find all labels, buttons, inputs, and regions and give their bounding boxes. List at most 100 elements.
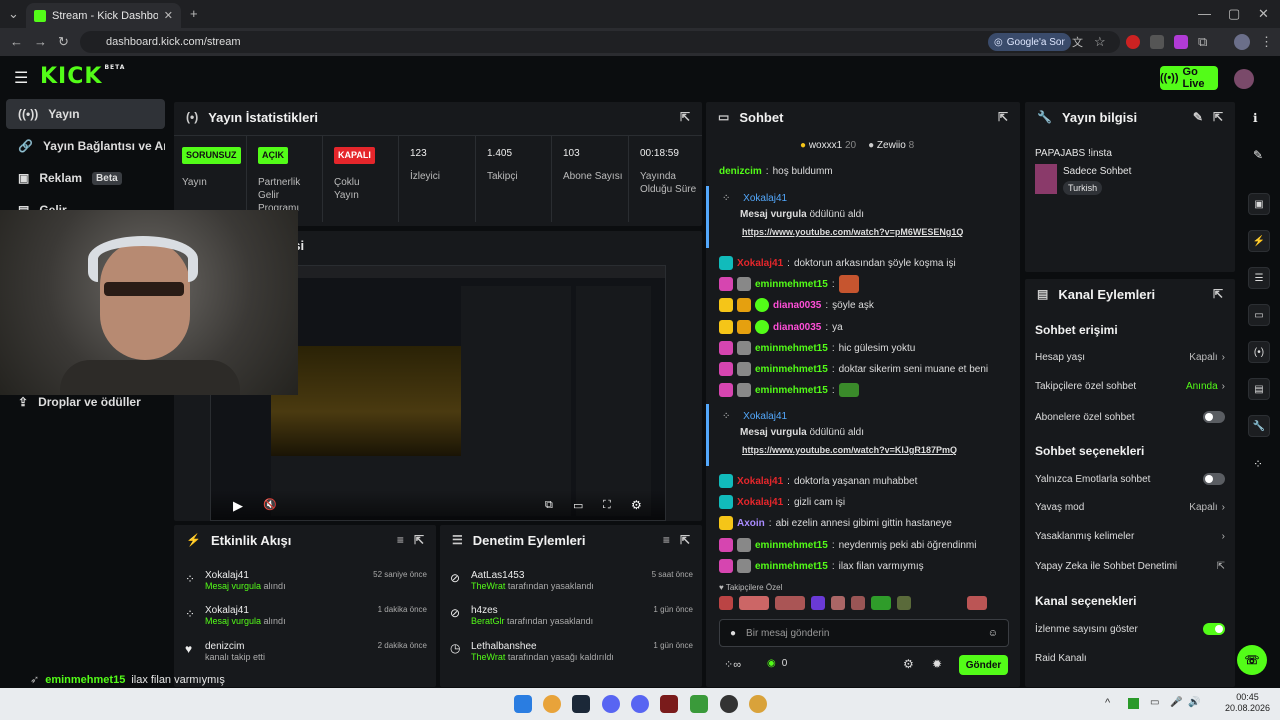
stats-widget-icon[interactable]: ▣	[1248, 193, 1270, 215]
chat-bubble-icon[interactable]: ▭	[1248, 304, 1270, 326]
emote[interactable]	[897, 596, 911, 610]
gift-dots-icon[interactable]: ⁘	[1253, 457, 1263, 471]
chrome-icon[interactable]	[543, 695, 561, 713]
tray-app-icon[interactable]	[1128, 698, 1139, 709]
popout-icon[interactable]: ⇱	[1213, 110, 1223, 124]
mod-tools-icon[interactable]: ✹	[932, 657, 942, 671]
settings-gear-icon[interactable]: ⚙	[631, 498, 642, 512]
popout-icon[interactable]: ⇱	[1213, 287, 1223, 301]
steam-icon[interactable]	[572, 695, 590, 713]
popout-icon[interactable]: ⇱	[414, 533, 424, 547]
emote[interactable]	[719, 596, 733, 610]
filter-icon[interactable]: ≡	[397, 533, 404, 547]
info-icon[interactable]: ℹ	[1253, 111, 1258, 125]
chat-user[interactable]: eminmehmet15	[755, 279, 828, 290]
browser-menu-icon[interactable]: ⋮	[1260, 34, 1273, 50]
new-tab-icon[interactable]: +	[190, 6, 198, 21]
translate-icon[interactable]: 文	[1072, 34, 1083, 50]
maximize-icon[interactable]: ▢	[1228, 6, 1240, 22]
forward-icon[interactable]: →	[34, 34, 47, 49]
list-icon[interactable]: ☰	[1248, 267, 1270, 289]
show-viewers-toggle[interactable]	[1203, 623, 1225, 635]
close-tab-icon[interactable]: ✕	[164, 9, 173, 22]
url-field[interactable]: dashboard.kick.com/stream	[80, 31, 1120, 53]
tray-arrow-icon[interactable]: ^	[1105, 697, 1110, 709]
pip-icon[interactable]: ⧉	[545, 499, 553, 512]
chat-user[interactable]: Xokalaj41	[737, 258, 783, 269]
chat-link[interactable]: https://www.youtube.com/watch?v=pM6WESEN…	[742, 227, 1012, 237]
windows-start-icon[interactable]	[514, 695, 532, 713]
extension-icon[interactable]	[1126, 35, 1140, 49]
extensions-puzzle-icon[interactable]: ⧉	[1198, 34, 1207, 50]
emote[interactable]	[811, 596, 825, 610]
mute-icon[interactable]: 🔇	[263, 498, 277, 511]
chat-user[interactable]: eminmehmet15	[755, 540, 828, 551]
emote[interactable]	[775, 596, 805, 610]
actions-icon[interactable]: ▤	[1248, 378, 1270, 400]
popout-icon[interactable]: ⇱	[680, 110, 690, 124]
raid-setting[interactable]: Raid Kanalı	[1035, 653, 1225, 664]
chat-user[interactable]: Xokalaj41	[743, 193, 787, 204]
browser-tab[interactable]: Stream - Kick Dashboard ✕	[26, 3, 181, 28]
bolt-icon[interactable]: ⚡	[1248, 230, 1270, 252]
obs-icon[interactable]	[720, 695, 738, 713]
emote[interactable]	[831, 596, 845, 610]
emote[interactable]	[967, 596, 987, 610]
popout-icon[interactable]: ⇱	[680, 533, 690, 547]
wrench-icon[interactable]: 🔧	[1248, 415, 1270, 437]
extension-icon[interactable]	[1174, 35, 1188, 49]
chat-user[interactable]: Axoin	[737, 518, 765, 529]
chat-link[interactable]: https://www.youtube.com/watch?v=KlJgR187…	[742, 445, 1012, 455]
send-button[interactable]: Gönder	[959, 655, 1008, 675]
app-icon[interactable]	[690, 695, 708, 713]
bookmark-star-icon[interactable]: ☆	[1094, 34, 1106, 50]
kick-logo[interactable]: KICK BETA	[40, 64, 125, 89]
chat-input[interactable]: ● Bir mesaj gönderin ☺	[719, 619, 1009, 647]
chat-user[interactable]: eminmehmet15	[755, 364, 828, 375]
chat-user[interactable]: Xokalaj41	[743, 411, 787, 422]
followers-only-setting[interactable]: Takipçilere özel sohbet Anında ›	[1035, 381, 1225, 392]
app-icon[interactable]	[660, 695, 678, 713]
gift-dots-icon[interactable]: ⁘∞	[724, 658, 741, 671]
stream-tag[interactable]: Turkish	[1063, 181, 1103, 195]
subscribers-only-toggle[interactable]	[1203, 411, 1225, 423]
play-icon[interactable]: ▶	[233, 498, 243, 514]
edit-pencil-icon[interactable]: ✎	[1193, 110, 1203, 124]
fullscreen-icon[interactable]: ⛶	[603, 499, 611, 512]
volume-icon[interactable]: 🔊	[1188, 697, 1200, 708]
google-ask-button[interactable]: ◎ Google'a Sor	[988, 33, 1071, 51]
clock[interactable]: 00:45 20.08.2026	[1225, 692, 1270, 714]
close-window-icon[interactable]: ✕	[1258, 6, 1269, 22]
sidebar-item-stream-key[interactable]: 🔗 Yayın Bağlantısı ve Anahtarı	[6, 131, 165, 161]
emote[interactable]	[871, 596, 891, 610]
reload-icon[interactable]: ↻	[58, 34, 69, 50]
support-button[interactable]: ☏	[1237, 645, 1267, 675]
emote-only-toggle[interactable]	[1203, 473, 1225, 485]
chat-user[interactable]: diana0035	[773, 300, 821, 311]
discord-icon[interactable]	[602, 695, 620, 713]
discord-icon[interactable]	[631, 695, 649, 713]
filter-icon[interactable]: ≡	[663, 533, 670, 547]
broadcast-icon[interactable]: (•)	[1248, 341, 1270, 363]
extension-icon[interactable]	[1150, 35, 1164, 49]
settings-gear-icon[interactable]: ⚙	[903, 657, 914, 671]
hamburger-menu-icon[interactable]: ☰	[14, 68, 28, 88]
user-avatar[interactable]	[1234, 69, 1254, 89]
minimize-icon[interactable]: —	[1198, 6, 1211, 21]
ai-moderation-setting[interactable]: Yapay Zeka ile Sohbet Denetimi ⇱	[1035, 561, 1225, 572]
account-age-setting[interactable]: Hesap yaşı Kapalı ›	[1035, 352, 1225, 363]
chat-user[interactable]: denizcim	[719, 166, 762, 177]
theater-icon[interactable]: ▭	[573, 499, 583, 512]
tray-icon[interactable]: ▭	[1150, 697, 1159, 708]
popout-icon[interactable]: ⇱	[998, 110, 1008, 124]
emote[interactable]	[851, 596, 865, 610]
emoji-icon[interactable]: ☺	[988, 628, 998, 639]
microphone-icon[interactable]: 🎤	[1170, 697, 1182, 708]
chat-user[interactable]: diana0035	[773, 322, 821, 333]
stream-category[interactable]: Sadece Sohbet	[1063, 166, 1131, 177]
chat-user[interactable]: eminmehmet15	[755, 561, 828, 572]
banned-words-setting[interactable]: Yasaklanmış kelimeler ›	[1035, 531, 1225, 542]
sidebar-item-stream[interactable]: ((•)) Yayın	[6, 99, 165, 129]
chat-user[interactable]: Xokalaj41	[737, 476, 783, 487]
chat-user[interactable]: Xokalaj41	[737, 497, 783, 508]
